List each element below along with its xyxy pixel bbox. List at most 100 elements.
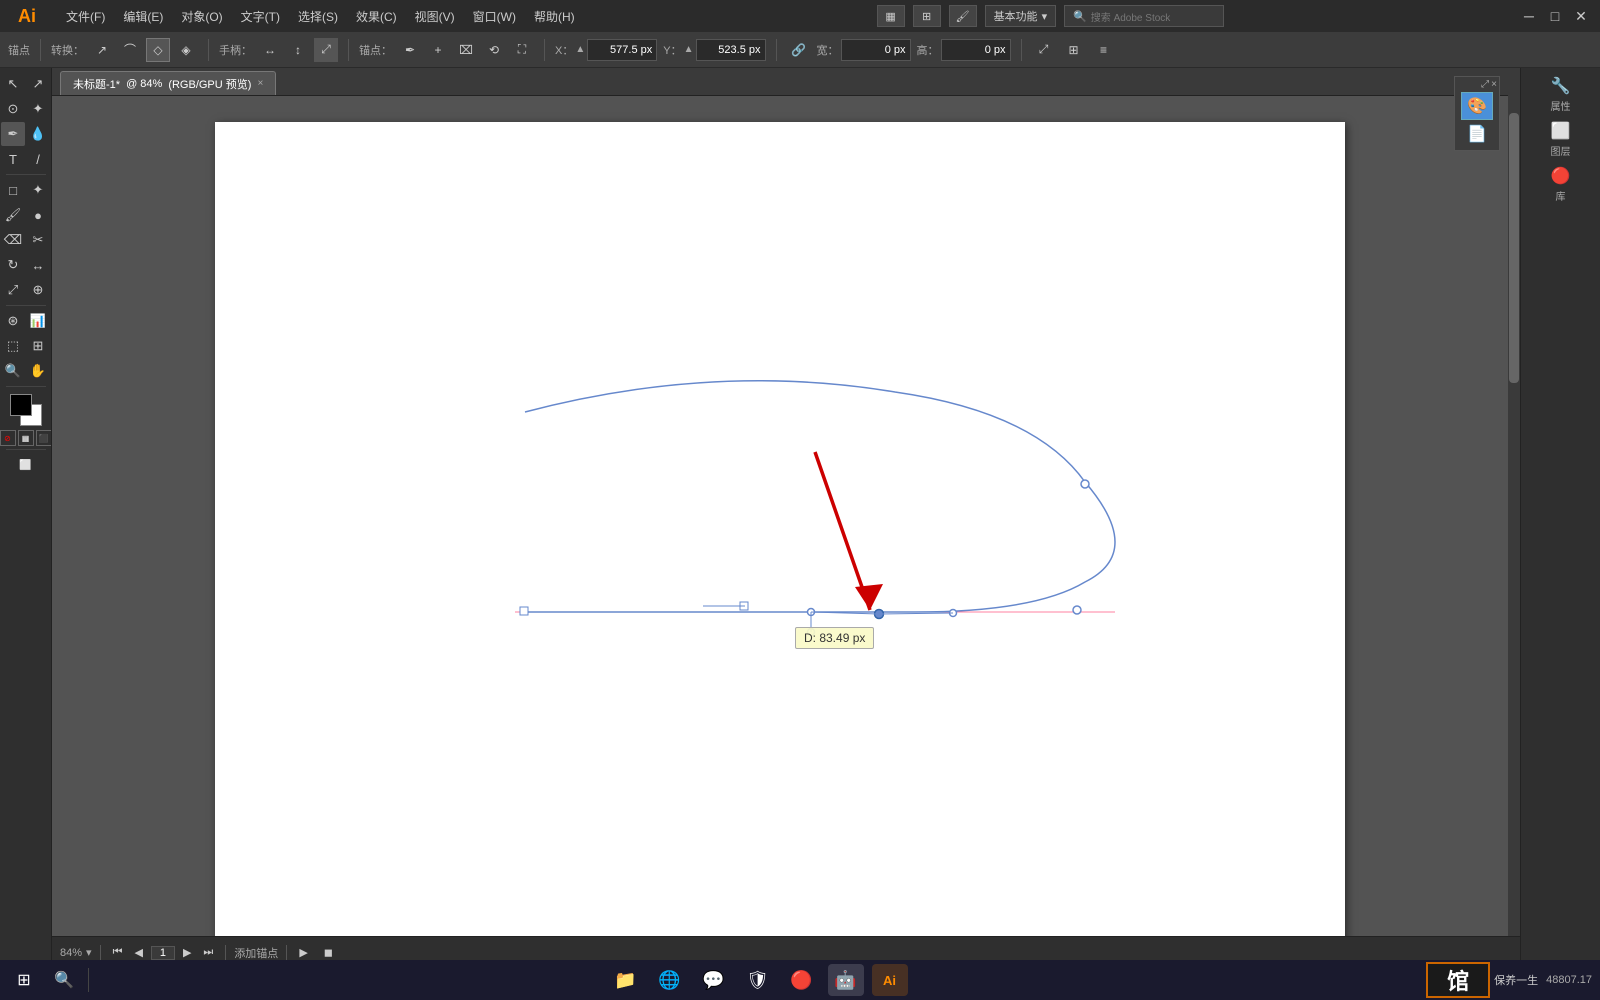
w-input[interactable] [841, 39, 911, 61]
stock-search[interactable]: 🔍 搜索 Adobe Stock [1064, 5, 1224, 27]
type-tool[interactable]: T [1, 147, 25, 171]
scale-tool[interactable]: ⤢ [1, 278, 25, 302]
anchor-label: 锚点 [8, 42, 30, 58]
taskbar-app-explorer[interactable]: 📁 [608, 964, 644, 996]
menu-help[interactable]: 帮助(H) [526, 6, 583, 27]
handle-btn-active[interactable]: ⤢ [314, 38, 338, 62]
eraser-tool[interactable]: ⌫ [1, 228, 25, 252]
rotate-tool[interactable]: ↻ [1, 253, 25, 277]
h-field: 高： [917, 39, 1011, 61]
zoom-tool[interactable]: 🔍 [1, 359, 25, 383]
maximize-button[interactable]: □ [1544, 5, 1566, 27]
artboard-tool[interactable]: ⬚ [1, 334, 25, 358]
taskbar-search-btn[interactable]: 🔍 [48, 964, 80, 996]
scrollbar-thumb[interactable] [1509, 113, 1519, 383]
zoom-dropdown-btn[interactable]: ▾ [86, 946, 92, 959]
taskbar-app-ai[interactable]: Ai [872, 964, 908, 996]
layers-panel-btn[interactable]: ⬜ 图层 [1551, 121, 1571, 158]
symbol-sprayer-tool[interactable]: ⊛ [1, 309, 25, 333]
pen-tool[interactable]: ✒ [1, 122, 25, 146]
selection-tool[interactable]: ↖ [1, 72, 25, 96]
rect-tool[interactable]: □ [1, 178, 25, 202]
paintbrush-tool[interactable]: 🖌 [1, 203, 25, 227]
page-prev-btn[interactable]: ◀ [130, 944, 146, 961]
page-next-btn[interactable]: ▶ [179, 944, 195, 961]
menu-file[interactable]: 文件(F) [58, 6, 113, 27]
menu-edit[interactable]: 编辑(E) [115, 6, 171, 27]
eyedropper-tool[interactable]: 💧 [26, 122, 50, 146]
canvas-area[interactable]: 未标题-1* @ 84% (RGB/GPU 预览) × [52, 68, 1520, 968]
anchor-tool-1[interactable]: ✒ [398, 38, 422, 62]
magic-wand-tool[interactable]: ✦ [26, 97, 50, 121]
pattern-btn[interactable]: ⬛ [36, 430, 52, 446]
menu-window[interactable]: 窗口(W) [465, 6, 524, 27]
view-mode-btn[interactable]: ⊞ [913, 5, 941, 27]
doc-tab-close-btn[interactable]: × [257, 78, 263, 89]
play-btn[interactable]: ▶ [295, 944, 311, 961]
doc-tab-color: (RGB/GPU 预览) [168, 76, 251, 92]
menu-object[interactable]: 对象(O) [173, 6, 230, 27]
mini-panel-close-btn[interactable]: × [1491, 79, 1497, 90]
direct-selection-tool[interactable]: ↗ [26, 72, 50, 96]
anchor-tool-2[interactable]: + [426, 38, 450, 62]
properties-panel-btn[interactable]: 🔧 属性 [1551, 76, 1571, 113]
h-input[interactable] [941, 39, 1011, 61]
handle-btn-2[interactable]: ↕ [286, 38, 310, 62]
column-graph-tool[interactable]: 📊 [26, 309, 50, 333]
document-tab[interactable]: 未标题-1* @ 84% (RGB/GPU 预览) × [60, 71, 276, 95]
taskbar-app-robot[interactable]: 🤖 [828, 964, 864, 996]
blob-brush-tool[interactable]: ● [26, 203, 50, 227]
more-icon[interactable]: ≡ [1092, 38, 1116, 62]
menu-effect[interactable]: 效果(C) [348, 6, 405, 27]
menu-text[interactable]: 文字(T) [233, 6, 288, 27]
stroke-color-swatch[interactable] [10, 394, 32, 416]
reflect-tool[interactable]: ↔ [26, 253, 50, 277]
y-input[interactable] [696, 39, 766, 61]
y-spin-up[interactable]: ▲ [684, 44, 694, 55]
constrain-icon[interactable]: ⤢ [1032, 38, 1056, 62]
page-number-input[interactable] [151, 946, 175, 960]
anchor-tool-3[interactable]: ⌧ [454, 38, 478, 62]
page-first-btn[interactable]: ⏮ [109, 944, 127, 961]
taskbar-app-chat[interactable]: 💬 [696, 964, 732, 996]
slice-tool[interactable]: ⊞ [26, 334, 50, 358]
paint-brush-icon[interactable]: 🖌 [949, 5, 977, 27]
close-button[interactable]: ✕ [1570, 5, 1592, 27]
taskbar-app-browser[interactable]: 🌐 [652, 964, 688, 996]
menu-select[interactable]: 选择(S) [290, 6, 346, 27]
drawing-modes-btn[interactable]: ⬜ [14, 453, 38, 477]
convert-btn-2[interactable]: ⌒ [118, 38, 142, 62]
link-icon[interactable]: 🔗 [787, 38, 811, 62]
mini-panel-palette-btn[interactable]: 🎨 [1461, 92, 1493, 120]
stop-btn[interactable]: ◼ [320, 944, 337, 961]
shaper-tool[interactable]: ✦ [26, 178, 50, 202]
mini-panel-file-btn[interactable]: 📄 [1461, 120, 1493, 148]
gradient-btn[interactable]: ▦ [18, 430, 34, 446]
vertical-scrollbar[interactable] [1508, 68, 1520, 968]
line-tool[interactable]: / [26, 147, 50, 171]
page-last-btn[interactable]: ⏭ [199, 944, 217, 961]
convert-btn-3[interactable]: ◇ [146, 38, 170, 62]
taskbar-app-red[interactable]: 🔴 [784, 964, 820, 996]
lasso-tool[interactable]: ⊙ [1, 97, 25, 121]
taskbar-app-shield[interactable]: 🛡 [740, 964, 776, 996]
mini-panel-expand-btn[interactable]: ⤢ [1481, 79, 1489, 90]
none-color-btn[interactable]: ⊘ [0, 430, 16, 446]
scissors-tool[interactable]: ✂ [26, 228, 50, 252]
anchor-tool-4[interactable]: ⟲ [482, 38, 506, 62]
handle-btn-1[interactable]: ↔ [258, 38, 282, 62]
convert-btn-4[interactable]: ◈ [174, 38, 198, 62]
arrange-icon[interactable]: ▦ [877, 5, 905, 27]
menu-view[interactable]: 视图(V) [407, 6, 463, 27]
transform-icon[interactable]: ⊞ [1062, 38, 1086, 62]
x-input[interactable] [587, 39, 657, 61]
workspace-selector[interactable]: 基本功能 ▾ [985, 5, 1057, 27]
start-button[interactable]: ⊞ [8, 964, 40, 996]
libraries-panel-btn[interactable]: 🔴 库 [1551, 166, 1571, 203]
anchor-tool-5[interactable]: ⛶ [510, 38, 534, 62]
convert-btn-1[interactable]: ↗ [90, 38, 114, 62]
warp-tool[interactable]: ⊕ [26, 278, 50, 302]
hand-tool[interactable]: ✋ [26, 359, 50, 383]
x-spin-up[interactable]: ▲ [575, 44, 585, 55]
minimize-button[interactable]: ─ [1518, 5, 1540, 27]
